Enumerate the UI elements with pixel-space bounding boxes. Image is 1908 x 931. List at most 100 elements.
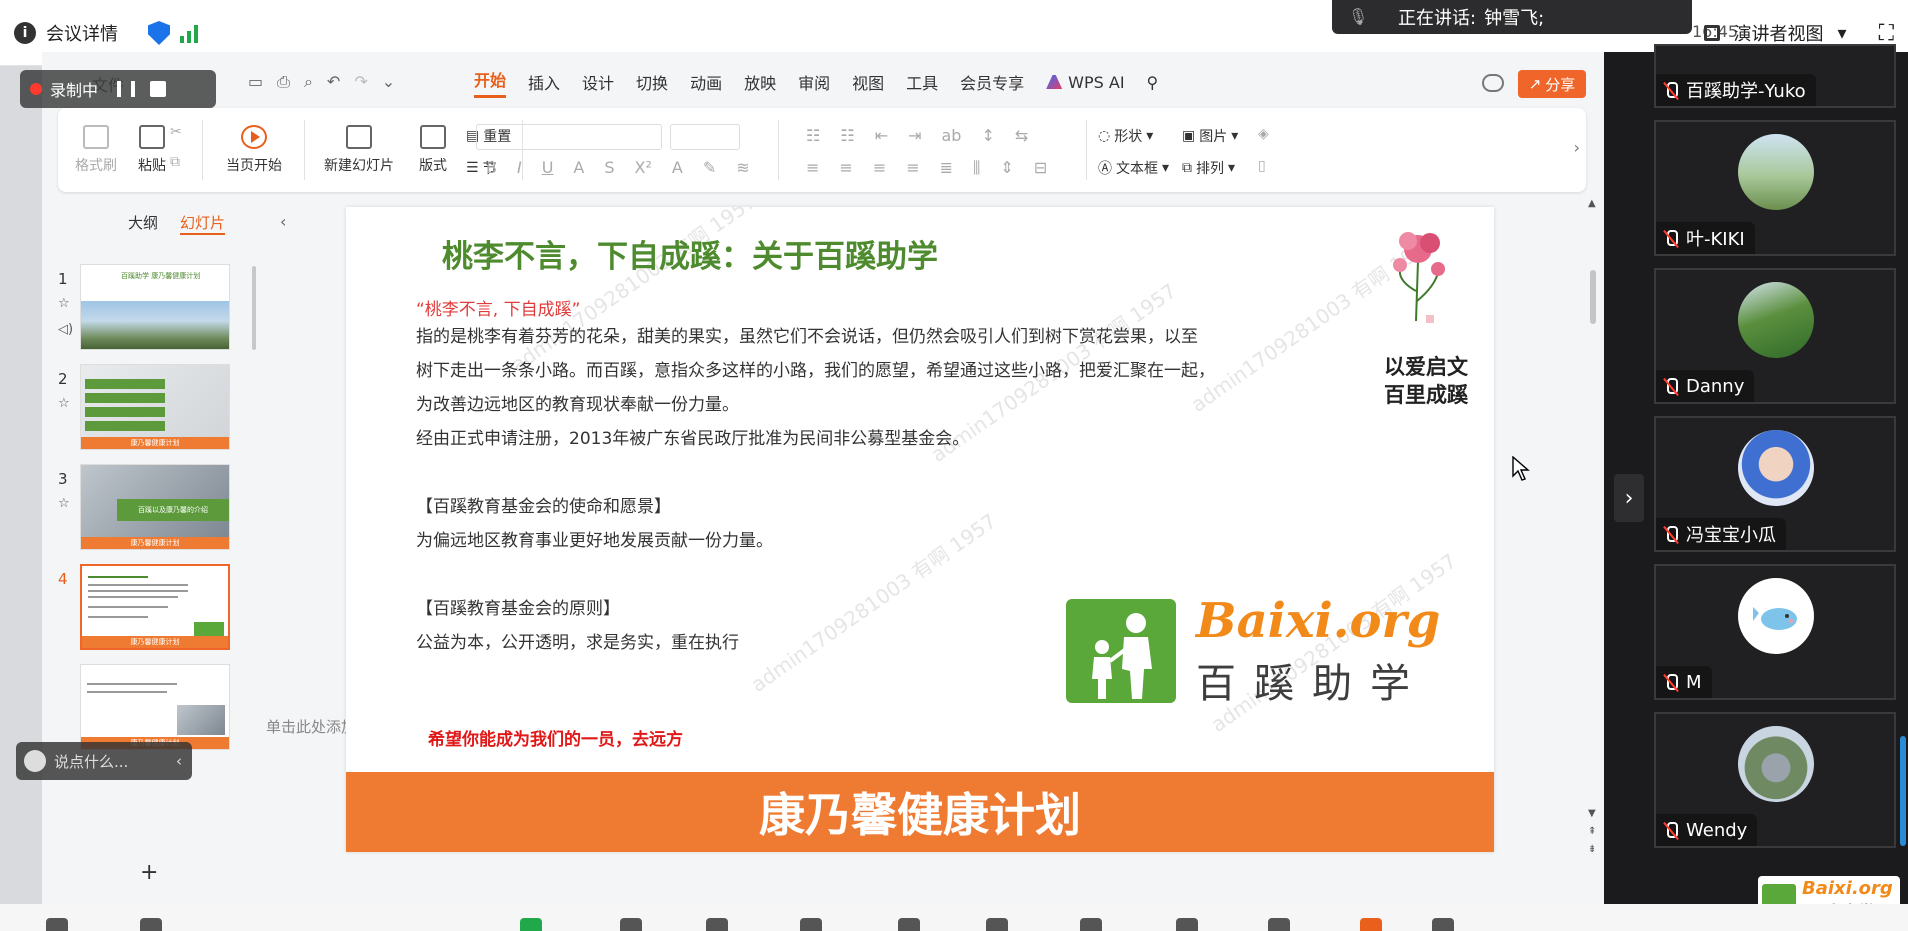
info-icon[interactable]: i xyxy=(14,22,36,44)
tab-view[interactable]: 视图 xyxy=(852,70,884,94)
paste-button[interactable]: 粘贴 xyxy=(126,108,178,192)
star-icon[interactable]: ☆ xyxy=(58,396,70,411)
current-slide[interactable]: admin1709281003 有啊 1957 admin1709281003 … xyxy=(346,207,1494,852)
thumbnail-row[interactable]: 1 ☆ ◁) 百蹊助学 康乃馨健康计划 xyxy=(42,264,272,354)
strike-icon[interactable]: A xyxy=(573,158,584,177)
participant-tile[interactable]: 叶-KIKI xyxy=(1654,120,1896,256)
font-size-select[interactable] xyxy=(670,124,740,150)
wps-ai-button[interactable]: WPS AI xyxy=(1046,73,1125,92)
add-slide-button[interactable]: + xyxy=(140,860,158,885)
next-slide-icon[interactable]: ⇟ xyxy=(1588,844,1596,855)
search-icon[interactable]: ⚲ xyxy=(1147,73,1159,92)
slide-thumbnail-5[interactable]: 康乃馨健康计划 xyxy=(80,664,230,750)
font-color-icon[interactable]: A xyxy=(672,158,683,177)
settings-icon[interactable] xyxy=(1432,918,1454,931)
apps-icon[interactable] xyxy=(1176,918,1198,931)
tab-review[interactable]: 审阅 xyxy=(798,70,830,94)
camera-icon[interactable] xyxy=(140,918,162,931)
undo-icon[interactable]: ↶ xyxy=(327,72,340,96)
share-screen-icon[interactable] xyxy=(520,918,542,931)
textbox-button[interactable]: Ⓐ 文本框 ▾ xyxy=(1098,158,1169,178)
line-spacing-icon[interactable]: ↕ xyxy=(981,126,994,145)
align-right-icon[interactable]: ≡ xyxy=(873,158,886,178)
participant-tile[interactable]: 冯宝宝小瓜 xyxy=(1654,416,1896,552)
copy-icon[interactable]: ⧉ xyxy=(170,154,180,170)
canvas-scrollbar[interactable] xyxy=(1590,270,1596,324)
slide-thumbnail-3[interactable]: 百蹊以及康乃馨的介绍 康乃馨健康计划 xyxy=(80,464,230,550)
italic-icon[interactable]: I xyxy=(517,158,522,177)
mic-icon[interactable] xyxy=(46,918,68,931)
security-icon[interactable] xyxy=(620,918,642,931)
chevron-down-icon[interactable]: ▾ xyxy=(1838,23,1847,44)
chat-icon[interactable] xyxy=(898,918,920,931)
tab-slides[interactable]: 幻灯片 xyxy=(180,212,226,235)
participants-icon[interactable] xyxy=(706,918,728,931)
more-chevron-icon[interactable]: ⌄ xyxy=(382,72,395,96)
shape-button[interactable]: ◌ 形状 ▾ xyxy=(1098,126,1153,146)
align-center-icon[interactable]: ≡ xyxy=(839,158,852,178)
ribbon-scroll-right-icon[interactable]: › xyxy=(1574,138,1580,157)
para-spacing-icon[interactable]: ⇕ xyxy=(1000,158,1013,178)
numbered-list-icon[interactable]: ☷ xyxy=(840,126,854,145)
pause-recording-button[interactable] xyxy=(114,77,138,101)
format-painter-button[interactable]: 格式刷 xyxy=(72,108,120,192)
align-left-icon[interactable]: ≡ xyxy=(806,158,819,178)
scroll-down-icon[interactable]: ▼ xyxy=(1588,808,1596,819)
share-button[interactable]: ↗ 分享 xyxy=(1518,70,1586,98)
print-preview-icon[interactable]: ⌕ xyxy=(304,72,313,96)
tab-insert[interactable]: 插入 xyxy=(528,70,560,94)
tab-start[interactable]: 开始 xyxy=(474,67,507,98)
new-slide-button[interactable]: 新建幻灯片 xyxy=(314,108,404,192)
start-from-current-button[interactable]: 当页开始 xyxy=(212,108,296,192)
superscript-icon[interactable]: X² xyxy=(635,158,652,177)
fill-icon[interactable]: ◈ xyxy=(1258,126,1269,142)
tab-outline[interactable]: 大纲 xyxy=(128,212,158,235)
redo-icon[interactable]: ↷ xyxy=(354,72,367,96)
comment-input[interactable]: 说点什么... ‹ xyxy=(16,742,192,780)
participant-tile[interactable]: 百蹊助学-Yuko xyxy=(1654,44,1896,108)
tab-animation[interactable]: 动画 xyxy=(690,70,722,94)
thumbnail-row[interactable]: 康乃馨健康计划 xyxy=(42,664,272,754)
more-icon[interactable] xyxy=(1268,918,1290,931)
scroll-up-icon[interactable]: ▲ xyxy=(1588,198,1596,209)
arrange-button[interactable]: ⧉ 排列 ▾ xyxy=(1182,158,1235,178)
cut-icon[interactable]: ✂ xyxy=(170,124,182,140)
thumbnail-row[interactable]: 4 康乃馨健康计划 xyxy=(42,564,272,654)
participant-tile[interactable]: M xyxy=(1654,564,1896,700)
tab-member[interactable]: 会员专享 xyxy=(960,70,1024,94)
slide-thumbnail-4[interactable]: 康乃馨健康计划 xyxy=(80,564,230,650)
invite-icon[interactable] xyxy=(800,918,822,931)
tab-design[interactable]: 设计 xyxy=(582,70,614,94)
emoji-icon[interactable] xyxy=(24,750,46,772)
columns-icon[interactable]: ⫼ xyxy=(973,158,980,178)
distribute-icon[interactable]: ≣ xyxy=(940,158,953,178)
fullscreen-icon[interactable]: ⛶ xyxy=(1879,21,1894,46)
text-direction-icon[interactable]: ab xyxy=(942,126,962,145)
signal-icon[interactable] xyxy=(180,23,198,43)
reactions-icon[interactable] xyxy=(986,918,1008,931)
bold-icon[interactable]: B xyxy=(486,158,497,177)
picture-button[interactable]: ▣ 图片 ▾ xyxy=(1182,126,1238,146)
highlight-icon[interactable]: ✎ xyxy=(703,158,716,177)
font-family-select[interactable] xyxy=(476,124,662,150)
underline-icon[interactable]: U xyxy=(542,158,554,177)
layout-icon[interactable] xyxy=(1703,25,1720,41)
record-icon[interactable] xyxy=(1360,918,1382,931)
tab-tools[interactable]: 工具 xyxy=(906,70,938,94)
expand-panel-button[interactable]: › xyxy=(1614,474,1644,522)
audio-icon[interactable]: ◁) xyxy=(58,322,73,337)
outdent-icon[interactable]: ⇤ xyxy=(875,126,888,145)
outline-icon[interactable]: ▯ xyxy=(1258,158,1266,174)
shield-icon[interactable] xyxy=(148,21,170,45)
participant-tile[interactable]: Danny xyxy=(1654,268,1896,404)
save-icon[interactable]: ▭ xyxy=(248,72,263,96)
bullet-list-icon[interactable]: ☷ xyxy=(806,126,820,145)
cloud-sync-icon[interactable] xyxy=(1482,74,1504,92)
prev-slide-icon[interactable]: ⇞ xyxy=(1588,826,1596,837)
meeting-details-link[interactable]: 会议详情 xyxy=(46,20,118,46)
participant-tile[interactable]: Wendy xyxy=(1654,712,1896,848)
thumbnail-row[interactable]: 2 ☆ 康乃馨健康计划 xyxy=(42,364,272,454)
indent-icon[interactable]: ⇥ xyxy=(908,126,921,145)
tab-slideshow[interactable]: 放映 xyxy=(744,70,776,94)
valign-icon[interactable]: ⊟ xyxy=(1034,158,1047,178)
